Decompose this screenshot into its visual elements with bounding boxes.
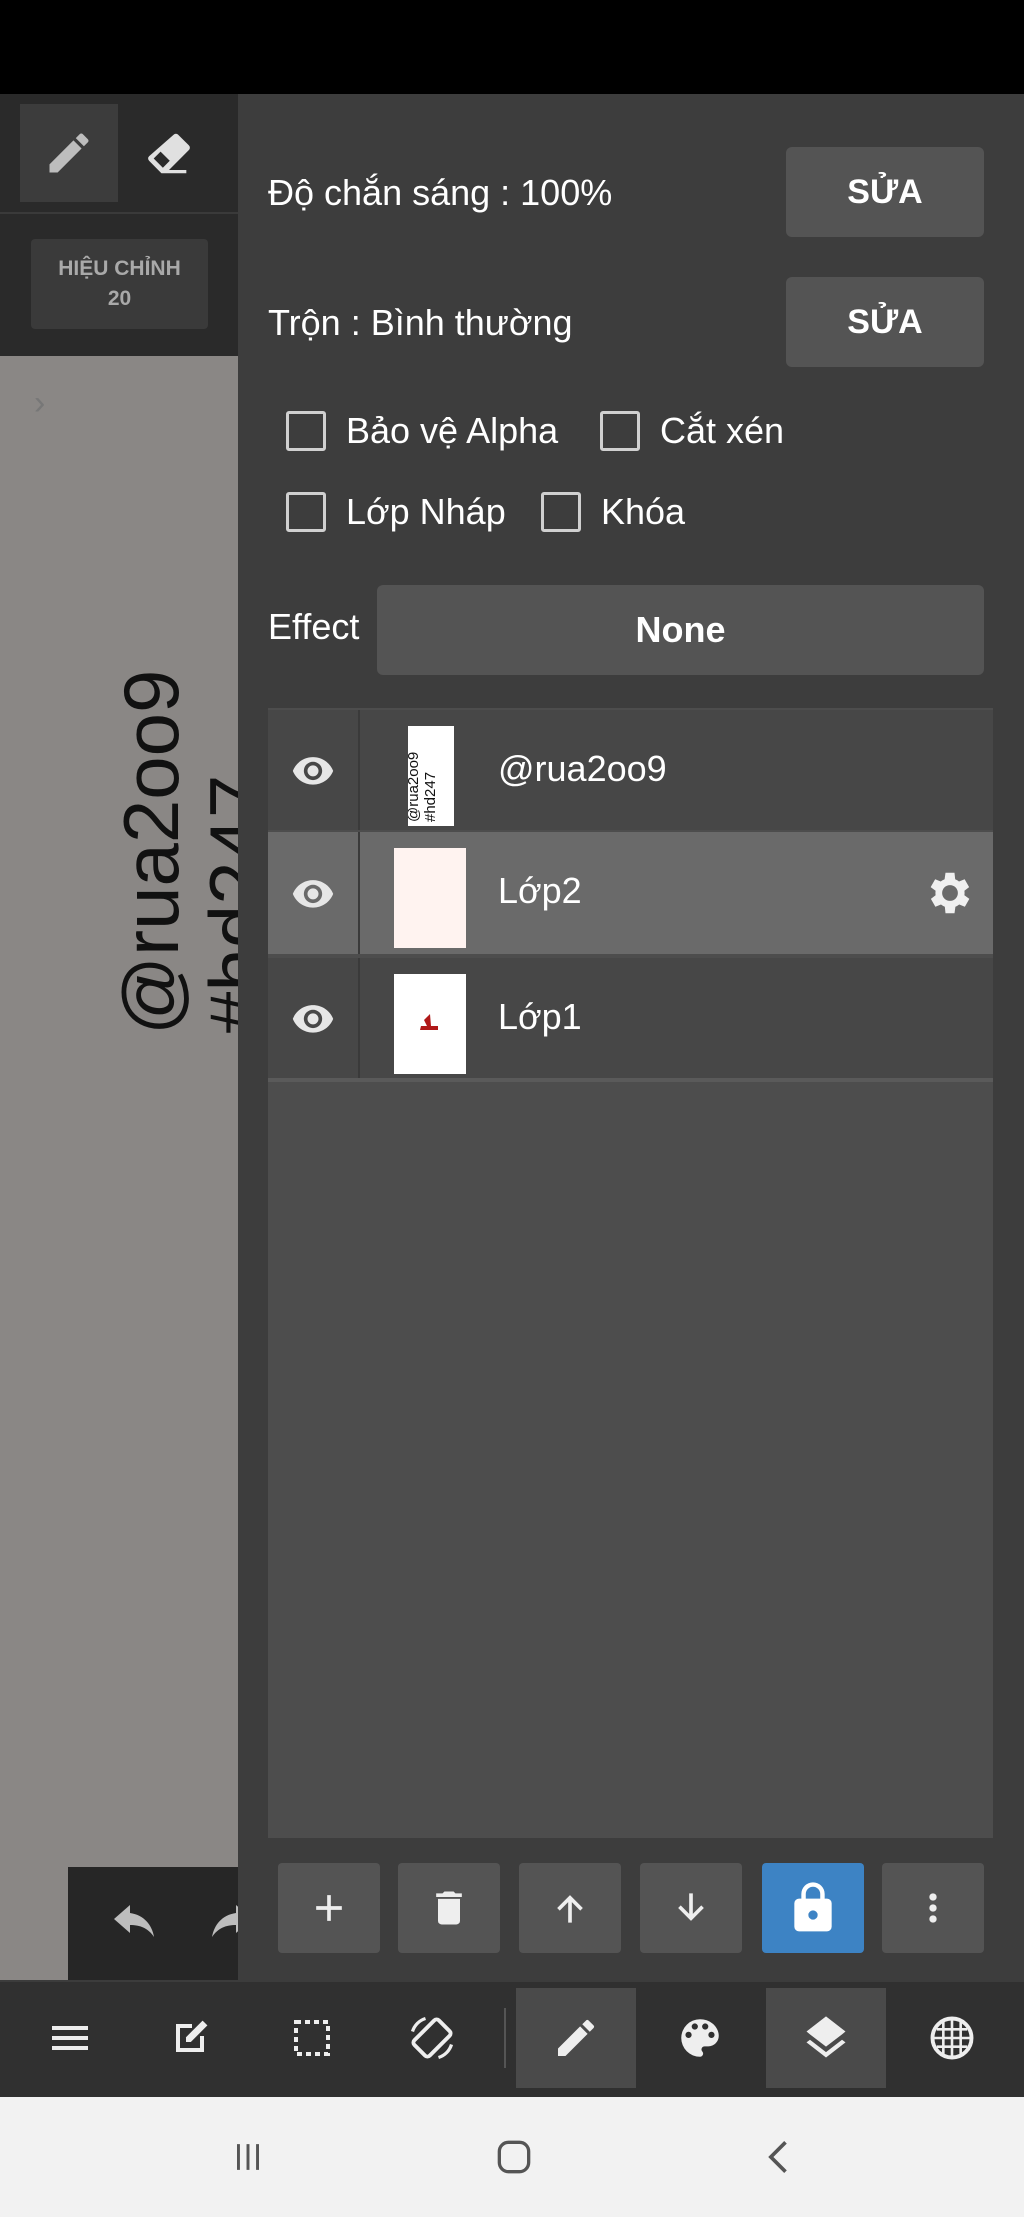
adjust-value: 20 [107,287,132,310]
lock-icon [794,1882,832,1932]
grid-globe-icon [930,2016,974,2060]
checkbox-box [286,492,326,532]
delete-layer-button[interactable] [398,1863,500,1953]
rotate-canvas-button[interactable] [372,1988,492,2088]
menu-icon [52,2026,88,2050]
eye-icon [292,757,334,785]
draft-layer-checkbox[interactable]: Lớp Nháp [286,491,506,533]
adjust-label: HIỆU CHỈNH [58,257,181,280]
eraser-icon [148,133,190,174]
thumbnail-line1: @rua2oo9 [408,752,422,822]
layer-row[interactable]: @rua2oo9 #hd247 @rua2oo9 [268,710,993,830]
undo-icon[interactable] [110,1905,158,1945]
visibility-toggle[interactable] [268,832,358,954]
layer-thumbnail [394,848,466,948]
eye-icon [292,1005,334,1033]
eye-icon [292,880,334,908]
adjust-button[interactable]: HIỆU CHỈNH 20 [31,239,208,329]
arrow-up-icon [557,1895,583,1923]
blend-mode-label: Trộn : Bình thường [268,302,573,343]
pencil-tool-button[interactable] [20,104,118,202]
selection-icon [294,2020,330,2056]
layers-button[interactable] [766,1988,886,2088]
checkbox-box [286,411,326,451]
visibility-toggle[interactable] [268,710,358,830]
home-icon [497,2140,531,2174]
move-layer-down-button[interactable] [640,1863,742,1953]
lock-layer-button[interactable] [762,1863,864,1953]
checkbox-box [600,411,640,451]
trash-icon [436,1891,462,1925]
tool-divider [0,212,238,214]
plus-icon [316,1895,342,1921]
status-bar [0,0,1024,94]
more-options-button[interactable] [882,1863,984,1953]
layer-row-selected[interactable]: Lớp2 [268,832,993,954]
edit-canvas-button[interactable] [130,1988,250,2088]
lock-checkbox[interactable]: Khóa [541,491,685,533]
row-separator [358,832,360,954]
more-vertical-icon [929,1893,937,1923]
recent-apps-icon [237,2144,259,2170]
drawing-canvas[interactable] [0,356,238,1980]
add-layer-button[interactable] [278,1863,380,1953]
protect-alpha-checkbox[interactable]: Bảo vệ Alpha [286,410,558,452]
palette-icon [681,2019,719,2057]
row-separator [358,710,360,830]
pencil-icon [558,2019,595,2056]
arrow-down-icon [678,1893,704,1921]
back-button[interactable] [740,2117,820,2197]
gear-icon [930,872,970,914]
color-palette-button[interactable] [640,1988,760,2088]
edit-square-icon [176,2020,208,2052]
layers-icon [806,2016,846,2058]
edit-opacity-button[interactable]: SỬA [786,147,984,237]
brush-tool-button[interactable] [516,1988,636,2088]
clipping-label: Cắt xén [660,410,785,451]
layer-settings-button[interactable] [923,866,977,925]
layer-row[interactable]: Lớp1 [268,958,993,1078]
eraser-tool-button[interactable] [120,104,218,202]
layer-name: @rua2oo9 [498,748,667,789]
layer-thumbnail: @rua2oo9 #hd247 [405,726,454,826]
checkbox-box [541,492,581,532]
undo-redo-bar [68,1867,252,1980]
visibility-toggle[interactable] [268,958,358,1078]
back-icon [768,2141,787,2173]
rotate-icon [410,2016,454,2060]
lock-label: Khóa [601,491,686,532]
recent-apps-button[interactable] [208,2117,288,2197]
clipping-checkbox[interactable]: Cắt xén [600,410,784,452]
layer-list-divider [268,1078,993,1082]
layer-thumbnail [394,974,466,1074]
move-layer-up-button[interactable] [519,1863,621,1953]
selection-tool-button[interactable] [252,1988,372,2088]
menu-button[interactable] [10,1988,130,2088]
thumbnail-line2: #hd247 [422,772,439,822]
edit-blend-button[interactable]: SỬA [786,277,984,367]
pencil-icon [49,133,89,173]
row-separator [358,958,360,1078]
home-button[interactable] [474,2117,554,2197]
toolbar-separator [504,2008,506,2068]
effect-label: Effect [268,606,360,647]
chevron-right-icon[interactable]: › [34,384,45,423]
effect-select-button[interactable]: None [377,585,984,675]
opacity-label: Độ chắn sáng : 100% [268,172,613,213]
grid-button[interactable] [892,1988,1012,2088]
watermark-line1: @rua2oo9 [107,669,195,1035]
layer-name: Lớp1 [498,996,582,1037]
draft-layer-label: Lớp Nháp [346,491,506,532]
protect-alpha-label: Bảo vệ Alpha [346,410,559,451]
layer-name: Lớp2 [498,870,582,911]
